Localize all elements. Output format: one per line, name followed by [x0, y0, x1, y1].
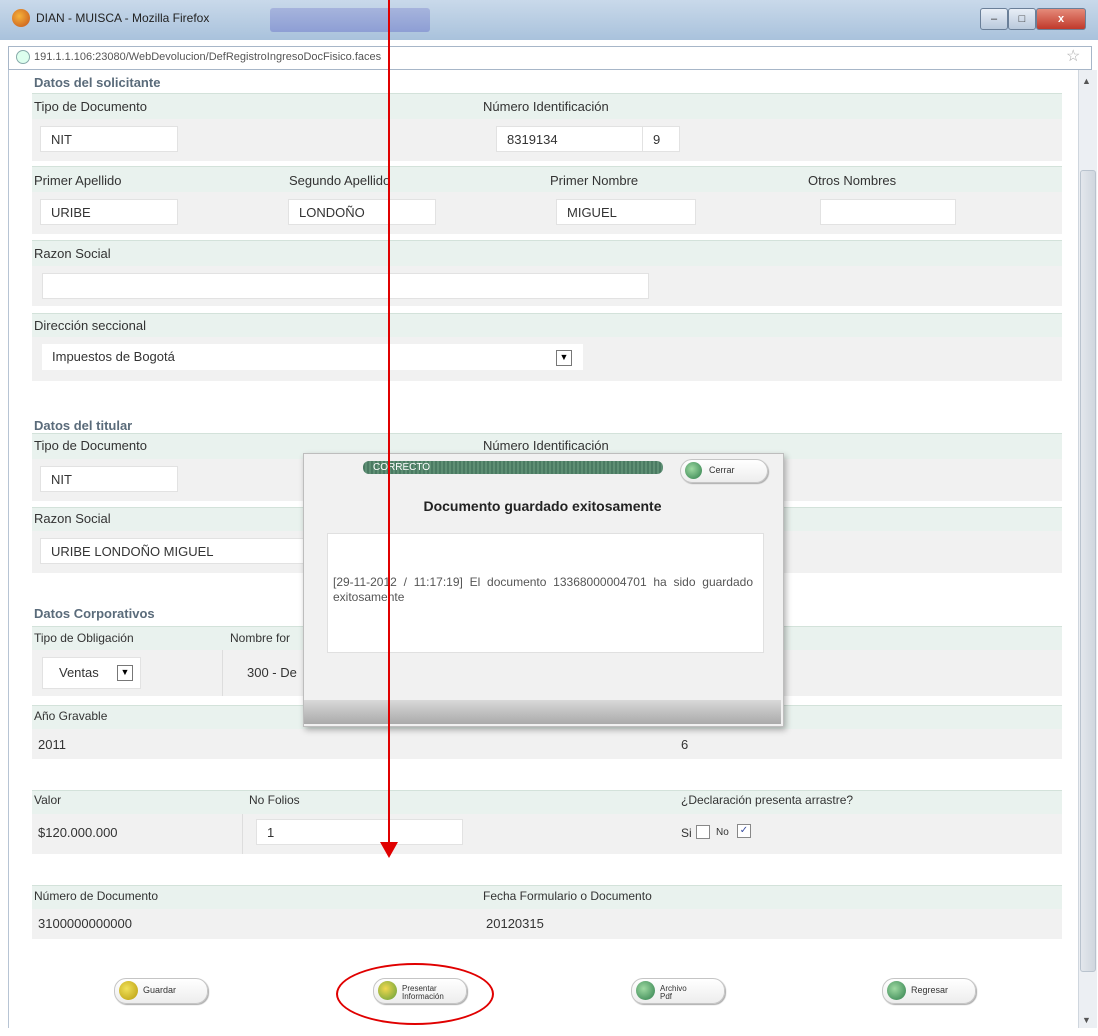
primer-nombre-field[interactable]: MIGUEL [556, 199, 696, 225]
no-folios-field[interactable]: 1 [256, 819, 463, 845]
scroll-up-arrow-icon[interactable]: ▲ [1082, 76, 1091, 86]
tipo-documento-field[interactable]: NIT [40, 126, 178, 152]
primer-apellido-label: Primer Apellido [34, 173, 122, 188]
nombre-formulario-label: Nombre for [230, 631, 291, 645]
dropdown-arrow-icon[interactable]: ▼ [117, 665, 133, 681]
field-row [32, 729, 1062, 759]
dialog-footer [304, 700, 781, 724]
annotation-arrow-head [380, 842, 398, 858]
regresar-button[interactable]: Regresar [882, 978, 976, 1004]
bookmark-star-icon[interactable]: ☆ [1066, 46, 1080, 66]
otros-nombres-field[interactable] [820, 199, 956, 225]
fecha-formulario-value: 20120315 [486, 916, 544, 931]
label-band [32, 790, 1062, 815]
close-icon [685, 462, 702, 479]
column-divider [242, 814, 243, 854]
primer-apellido-field[interactable]: URIBE [40, 199, 178, 225]
dv-field[interactable]: 9 [642, 126, 680, 152]
label-band [32, 166, 1062, 193]
field-row [32, 909, 1062, 939]
si-checkbox[interactable] [696, 825, 710, 839]
guardar-button[interactable]: Guardar [114, 978, 208, 1004]
periodo-value: 6 [681, 737, 689, 752]
dropdown-arrow-icon[interactable]: ▼ [556, 350, 572, 366]
dialog-title: Documento guardado exitosamente [423, 498, 662, 514]
tipo-obligacion-label: Tipo de Obligación [34, 631, 134, 645]
minimize-button[interactable]: – [980, 8, 1008, 30]
numero-documento-value: 3100000000000 [38, 916, 132, 931]
numero-id-field[interactable]: 8319134 [496, 126, 644, 152]
label-band [32, 240, 1062, 267]
annotation-highlight-ellipse [336, 963, 494, 1025]
field-row [32, 814, 1062, 854]
back-icon [887, 981, 906, 1000]
regresar-label: Regresar [911, 985, 949, 995]
archivo-pdf-label: Archivo Pdf [660, 984, 687, 1001]
titular-tipo-documento-field[interactable]: NIT [40, 466, 178, 492]
no-checkbox[interactable]: ✓ [737, 824, 751, 838]
razon-social-field[interactable] [42, 273, 649, 299]
label-band [32, 313, 1062, 338]
pdf-icon [636, 981, 655, 1000]
arrastre-label: ¿Declaración presenta arrastre? [681, 793, 854, 807]
cerrar-button[interactable]: Cerrar [680, 459, 768, 483]
anio-gravable-label: Año Gravable [34, 709, 108, 723]
segundo-apellido-label: Segundo Apellido [289, 173, 391, 188]
numero-id-label: Número Identificación [483, 99, 609, 114]
firefox-icon [12, 9, 30, 27]
razon-social-label: Razon Social [34, 246, 111, 261]
tipo-obligacion-value: Ventas [59, 665, 99, 680]
segundo-apellido-field[interactable]: LONDOÑO [288, 199, 436, 225]
scrollbar-thumb[interactable] [1080, 170, 1096, 972]
valor-label: Valor [34, 793, 62, 807]
section-title-solicitante: Datos del solicitante [34, 75, 161, 90]
tipo-documento-label: Tipo de Documento [34, 438, 147, 453]
dialog-message: [29-11-2012 / 11:17:19] El documento 133… [333, 575, 753, 604]
section-title-corporativos: Datos Corporativos [34, 606, 155, 621]
direccion-seccional-select[interactable]: Impuestos de Bogotá [42, 344, 583, 370]
save-icon [119, 981, 138, 1000]
cerrar-label: Cerrar [709, 465, 735, 475]
fecha-formulario-label: Fecha Formulario o Documento [483, 889, 652, 903]
titular-razon-social-label: Razon Social [34, 511, 111, 526]
si-label: Si [681, 826, 692, 840]
lock-icon [16, 50, 30, 64]
otros-nombres-label: Otros Nombres [808, 173, 897, 188]
titular-razon-social-field[interactable]: URIBE LONDOÑO MIGUEL [40, 538, 310, 564]
numero-id-label: Número Identificación [483, 438, 609, 453]
url-text: 191.1.1.106:23080/WebDevolucion/DefRegis… [34, 51, 382, 63]
maximize-button[interactable]: □ [1008, 8, 1036, 30]
annotation-arrow-line [388, 0, 390, 850]
scroll-down-arrow-icon[interactable]: ▼ [1082, 1015, 1091, 1025]
section-title-titular: Datos del titular [34, 418, 133, 433]
window-title: DIAN - MUISCA - Mozilla Firefox [36, 11, 210, 25]
no-folios-label: No Folios [249, 793, 300, 807]
column-divider [222, 650, 223, 696]
tipo-documento-label: Tipo de Documento [34, 99, 147, 114]
dialog-status-text: CORRECTO [373, 462, 431, 473]
guardar-label: Guardar [143, 985, 177, 995]
no-label: No [716, 827, 729, 838]
valor-value: $120.000.000 [38, 825, 118, 840]
anio-gravable-value: 2011 [38, 737, 66, 752]
numero-documento-label: Número de Documento [34, 889, 159, 903]
taskbar-tab [270, 8, 430, 32]
primer-nombre-label: Primer Nombre [550, 173, 639, 188]
nombre-formulario-value[interactable]: 300 - De [247, 665, 297, 680]
direccion-seccional-label: Dirección seccional [34, 318, 146, 333]
archivo-pdf-button[interactable]: Archivo Pdf [631, 978, 725, 1004]
close-window-button[interactable]: x [1036, 8, 1086, 30]
